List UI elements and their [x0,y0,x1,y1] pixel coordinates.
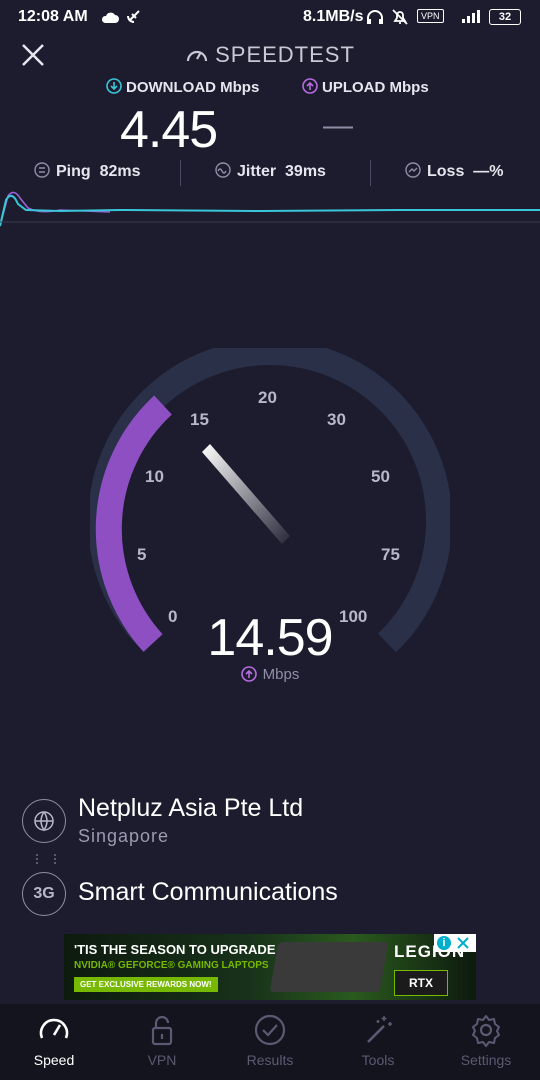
nav-label: Settings [460,1052,512,1068]
ad-headline: 'TIS THE SEASON TO UPGRADE [74,942,276,957]
current-speed-value: 14.59 [207,609,333,667]
jitter-stat: Jitter 39ms [215,162,326,181]
download-label-text: DOWNLOAD Mbps [126,79,260,96]
loss-icon [405,162,421,178]
check-circle-icon [254,1014,286,1046]
download-label: DOWNLOAD Mbps [106,78,259,96]
nav-label: VPN [147,1052,177,1068]
gauge-tick: 50 [371,467,390,486]
loss-unit: % [489,163,504,180]
nav-label: Tools [361,1052,395,1068]
gauge-tick: 75 [381,545,400,564]
laptop-image [269,942,389,992]
ping-icon [34,162,50,178]
ad-cta: GET EXCLUSIVE REWARDS NOW! [74,977,218,992]
speed-graph [0,191,540,227]
loss-value: — [473,163,490,180]
headphones-icon [367,10,383,24]
status-bar: 12:08 AM 8.1MB/s VPN 32 [0,0,540,34]
bottom-navigation: Speed VPN Results Tools Settings [0,1004,540,1080]
network-type-badge: 3G [22,872,66,916]
status-time: 12:08 AM [18,8,88,25]
jitter-label: Jitter [237,163,277,180]
lock-icon [151,1015,173,1046]
ping-label: Ping [56,163,91,180]
upload-label: UPLOAD Mbps [302,78,429,96]
upload-graph-line [0,191,111,227]
vpn-indicator: VPN [417,9,444,23]
server-name[interactable]: Netpluz Asia Pte Ltd [78,794,303,823]
upload-value: — [323,109,353,142]
loss-stat: Loss —% [405,162,503,181]
battery-icon: 32 [489,9,521,25]
stat-divider [370,160,371,186]
globe-icon [22,799,66,843]
loss-label: Loss [427,163,465,180]
satellite-icon [127,10,140,23]
muted-bell-icon [392,9,408,25]
download-arrow-icon [106,78,122,94]
provider-name: Smart Communications [78,878,338,906]
nav-vpn[interactable]: VPN [108,1012,216,1068]
cloud-icon [101,12,119,23]
gauge-tick: 15 [190,410,209,429]
gauge-needle [202,444,290,544]
connector-dots [36,854,56,864]
network-speed: 8.1MB/s [303,8,364,25]
upload-label-text: UPLOAD Mbps [322,79,429,96]
gauge-tick: 20 [258,388,277,407]
server-location: Singapore [78,826,170,846]
advertisement-banner[interactable]: 'TIS THE SEASON TO UPGRADE NVIDIA® GEFOR… [64,934,476,1000]
ad-subline: NVIDIA® GEFORCE® GAMING LAPTOPS [74,960,269,971]
gauge-tick: 5 [137,545,147,564]
unit-text: Mbps [262,666,300,683]
gear-icon [472,1015,500,1047]
nav-label: Results [246,1052,294,1068]
stat-divider [180,160,181,186]
speedometer-icon [39,1018,69,1039]
download-value: 4.45 [120,101,218,159]
ad-info-icon[interactable]: i [437,936,451,950]
ping-stat: Ping 82ms [34,162,140,181]
ad-close-icon[interactable] [456,936,470,950]
page-title: SPEEDTEST [0,42,540,68]
jitter-icon [215,162,231,178]
nav-results[interactable]: Results [216,1012,324,1068]
speedtest-logo-icon [186,50,208,62]
current-speed-unit: Mbps [0,666,540,683]
nav-settings[interactable]: Settings [432,1012,540,1068]
title-text: SPEEDTEST [215,42,355,67]
gauge-tick: 30 [327,410,346,429]
nav-speed[interactable]: Speed [0,1012,108,1068]
magic-wand-icon [367,1016,392,1043]
ping-value: 82ms [99,163,141,180]
nav-label: Speed [33,1052,75,1068]
gauge-tick: 10 [145,467,164,486]
jitter-value: 39ms [285,163,326,180]
upload-arrow-icon [302,78,318,94]
nav-tools[interactable]: Tools [324,1012,432,1068]
signal-icon [462,10,480,23]
download-graph-line [0,194,540,227]
rtx-badge: RTX [394,970,448,996]
upload-arrow-icon [240,666,257,682]
